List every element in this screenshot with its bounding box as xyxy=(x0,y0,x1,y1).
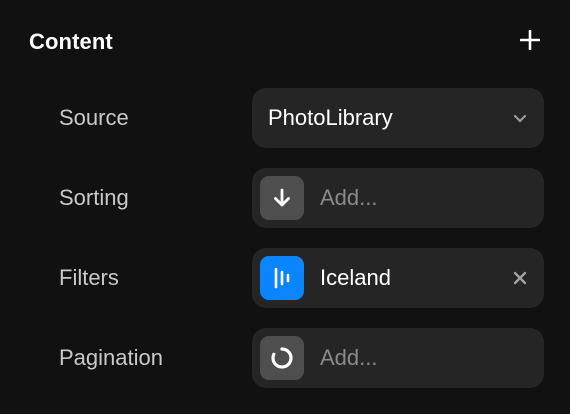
filters-value: Iceland xyxy=(320,265,391,290)
section-header: Content xyxy=(29,26,544,58)
source-label: Source xyxy=(59,105,129,130)
filters-label: Filters xyxy=(59,265,119,290)
pagination-field[interactable]: Add... xyxy=(252,328,544,388)
close-icon xyxy=(513,271,527,285)
clear-filter-button[interactable] xyxy=(511,269,529,287)
filter-bars-icon xyxy=(260,256,304,300)
chevron-down-icon xyxy=(513,114,527,123)
pagination-placeholder: Add... xyxy=(320,345,378,370)
filters-field[interactable]: Iceland xyxy=(252,248,544,308)
row-source: Source PhotoLibrary xyxy=(59,88,544,148)
content-panel: Content Source PhotoLibrary Sorting Add.… xyxy=(0,0,570,414)
arrow-down-icon xyxy=(260,176,304,220)
source-value: PhotoLibrary xyxy=(268,105,393,130)
plus-icon xyxy=(520,30,540,50)
loading-ring-icon xyxy=(260,336,304,380)
sorting-label: Sorting xyxy=(59,185,129,210)
row-sorting: Sorting Add... xyxy=(59,168,544,228)
pagination-label: Pagination xyxy=(59,345,163,370)
sorting-placeholder: Add... xyxy=(320,185,378,210)
sorting-field[interactable]: Add... xyxy=(252,168,544,228)
source-select[interactable]: PhotoLibrary xyxy=(252,88,544,148)
row-pagination: Pagination Add... xyxy=(59,328,544,388)
section-title: Content xyxy=(29,29,113,54)
row-filters: Filters Iceland xyxy=(59,248,544,308)
add-button[interactable] xyxy=(516,26,544,54)
